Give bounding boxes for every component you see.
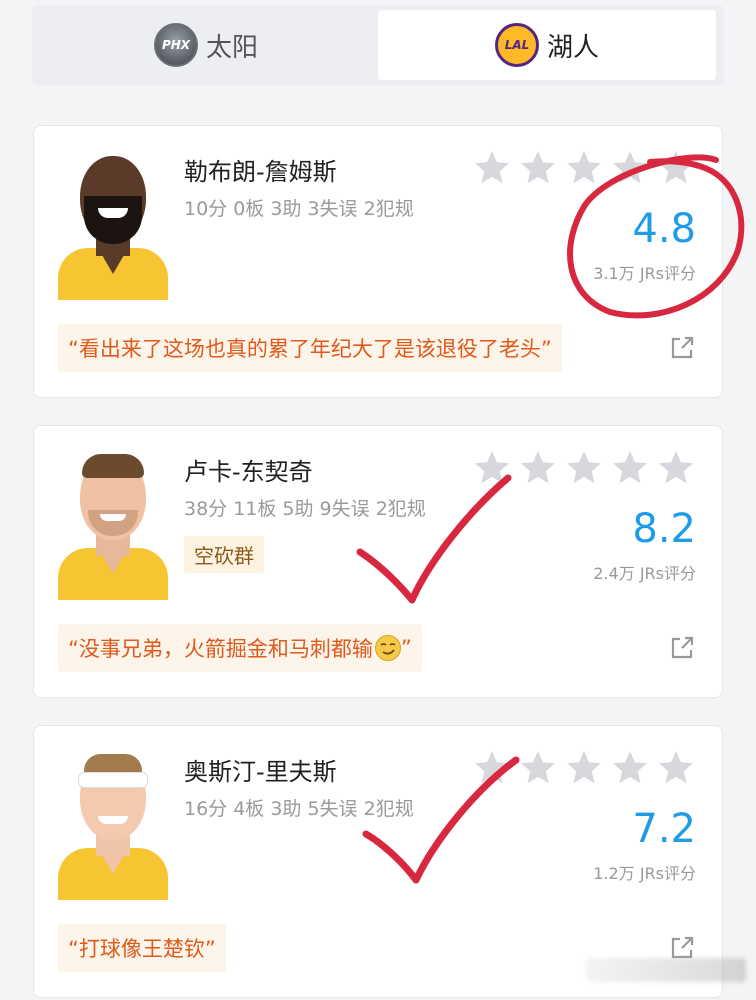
star-icon[interactable] (518, 148, 558, 188)
player-card[interactable]: 卢卡-东契奇 38分 11板 5助 9失误 2犯规 空砍群 8.2 2.4万 J… (33, 425, 723, 698)
tab-lakers[interactable]: LAL 湖人 (378, 10, 716, 80)
rating-stars[interactable] (472, 148, 696, 188)
player-card[interactable]: 勒布朗-詹姆斯 10分 0板 3助 3失误 2犯规 4.8 3.1万 JRs评分… (33, 125, 723, 398)
hot-comment-text: “看出来了这场也真的累了年纪大了是该退役了老头” (68, 337, 552, 361)
star-icon[interactable] (610, 448, 650, 488)
star-icon[interactable] (610, 148, 650, 188)
player-name: 卢卡-东契奇 (184, 458, 313, 486)
player-name: 奥斯汀-里夫斯 (184, 758, 337, 786)
player-avatar (58, 450, 168, 600)
star-icon[interactable] (472, 148, 512, 188)
tab-lakers-label: 湖人 (546, 32, 599, 63)
player-stats: 16分 4板 3助 5失误 2犯规 (184, 798, 414, 820)
star-icon[interactable] (518, 748, 558, 788)
star-icon[interactable] (656, 448, 696, 488)
hot-comment-end: ” (400, 636, 412, 660)
hot-comment[interactable]: “看出来了这场也真的累了年纪大了是该退役了老头” (58, 324, 562, 372)
hot-comment-text: “没事兄弟，火箭掘金和马刺都输 (68, 637, 373, 661)
hot-comment[interactable]: “没事兄弟，火箭掘金和马刺都输 ” (58, 624, 422, 672)
blurred-watermark (586, 958, 746, 982)
star-icon[interactable] (610, 748, 650, 788)
smirk-emoji-icon (374, 635, 401, 661)
tab-suns[interactable]: PHX 太阳 (37, 10, 375, 80)
player-tag-badge[interactable]: 空砍群 (184, 536, 264, 573)
star-icon[interactable] (564, 448, 604, 488)
share-icon[interactable] (668, 334, 696, 362)
star-icon[interactable] (472, 448, 512, 488)
player-stats: 38分 11板 5助 9失误 2犯规 (184, 498, 426, 520)
rating-count: 2.4万 JRs评分 (593, 564, 696, 583)
player-avatar (58, 150, 168, 300)
player-score: 8.2 (632, 506, 696, 552)
hot-comment-text: “打球像王楚钦” (68, 937, 216, 961)
star-icon[interactable] (656, 148, 696, 188)
player-stats: 10分 0板 3助 3失误 2犯规 (184, 198, 414, 220)
rating-stars[interactable] (472, 448, 696, 488)
hot-comment[interactable]: “打球像王楚钦” (58, 924, 226, 972)
player-score: 7.2 (632, 806, 696, 852)
player-score: 4.8 (632, 206, 696, 252)
star-icon[interactable] (656, 748, 696, 788)
lakers-logo-icon: LAL (494, 23, 539, 67)
suns-logo-icon: PHX (153, 23, 198, 67)
tab-suns-label: 太阳 (205, 32, 258, 63)
player-avatar (58, 750, 168, 900)
player-name: 勒布朗-詹姆斯 (184, 158, 337, 186)
star-icon[interactable] (472, 748, 512, 788)
rating-count: 3.1万 JRs评分 (593, 264, 696, 283)
rating-count: 1.2万 JRs评分 (593, 864, 696, 883)
share-icon[interactable] (668, 634, 696, 662)
rating-stars[interactable] (472, 748, 696, 788)
star-icon[interactable] (564, 748, 604, 788)
star-icon[interactable] (518, 448, 558, 488)
team-tabs: PHX 太阳 LAL 湖人 (32, 5, 724, 85)
star-icon[interactable] (564, 148, 604, 188)
